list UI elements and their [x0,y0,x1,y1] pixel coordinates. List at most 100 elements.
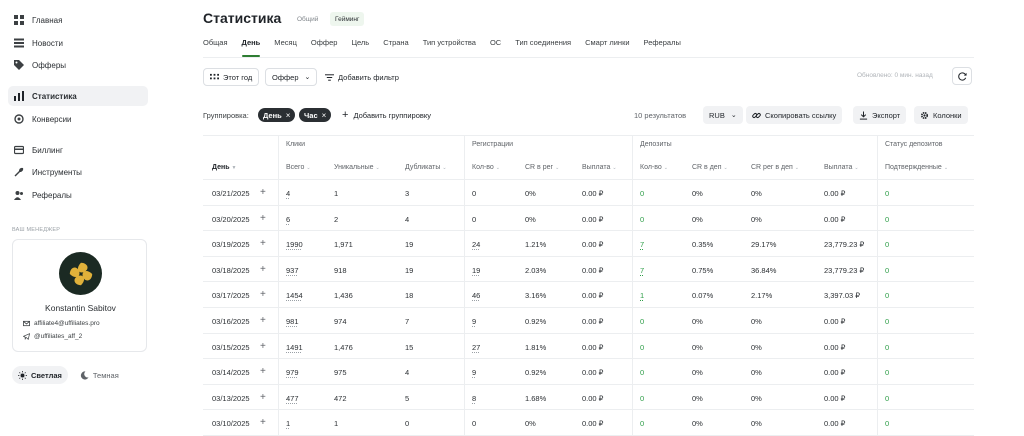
export-button[interactable]: Экспорт [853,106,907,124]
table-cell[interactable]: 9 [472,317,476,326]
manager-telegram[interactable]: @uffiliates_aff_2 [23,333,82,340]
expand-row-icon[interactable]: + [260,366,266,377]
grouping-chip-day[interactable]: День × [258,108,296,122]
title-tab-general[interactable]: Общий [292,12,323,26]
table-cell[interactable]: 9 [472,368,476,377]
table-cell[interactable]: 1454 [286,291,303,300]
column-header-dep-count[interactable]: Кол-во ⌄ [640,164,668,171]
page-title: Статистика [203,10,282,26]
table-cell[interactable]: 4 [286,189,290,198]
tab-referrals[interactable]: Рефералы [644,38,681,54]
column-header-cr-reg-dep[interactable]: CR рег в деп ⌄ [751,164,799,171]
expand-row-icon[interactable]: + [260,289,266,300]
add-filter-button[interactable]: Добавить фильтр [319,68,405,86]
expand-row-icon[interactable]: + [260,187,266,198]
sidebar-item-statistics[interactable]: Статистика [8,86,148,106]
wrench-icon [14,167,24,177]
close-icon[interactable]: × [286,111,291,120]
table-cell[interactable]: 6 [286,215,290,224]
currency-select[interactable]: RUB ⌄ [703,106,743,124]
expand-row-icon[interactable]: + [260,417,266,428]
sidebar-item-news[interactable]: Новости [8,33,148,53]
expand-row-icon[interactable]: + [260,392,266,403]
table-row[interactable]: 03/15/2025 +1491 1,476 15 27 1.81% 0.00 ₽ 0 0% 0%… [203,334,974,360]
table-cell[interactable]: 7 [640,240,644,249]
expand-row-icon[interactable]: + [260,238,266,249]
copy-link-button[interactable]: Скопировать ссылку [746,106,843,124]
add-filter-label: Добавить фильтр [338,72,399,82]
tab-month[interactable]: Месяц [274,38,297,54]
tab-smart-links[interactable]: Смарт линки [585,38,629,54]
sidebar-item-referrals[interactable]: Рефералы [8,185,148,205]
period-select[interactable]: Этот год [203,68,260,86]
grouping-chip-hour[interactable]: Час × [299,108,332,122]
table-row[interactable]: 03/13/2025 +477 472 5 8 1.68% 0.00 ₽ 0 0% 0% 0.00 … [203,385,974,411]
table-cell: 0 [640,317,645,326]
column-header-cr-dep[interactable]: CR в деп ⌄ [692,164,728,171]
column-header-cr-reg[interactable]: CR в рег ⌄ [525,164,559,171]
column-header-reg-count[interactable]: Кол-во ⌄ [472,164,500,171]
table-cell: 0 [640,214,645,224]
expand-row-icon[interactable]: + [260,341,266,352]
expand-row-icon[interactable]: + [260,315,266,326]
filter-icon [325,73,334,81]
table-cell[interactable]: 1990 [286,240,303,249]
table-row[interactable]: 03/16/2025 +981 974 7 9 0.92% 0.00 ₽ 0 0% 0% 0.00 … [203,308,974,334]
table-cell[interactable]: 27 [472,343,480,352]
sidebar-item-billing[interactable]: Биллинг [8,140,148,160]
refresh-button[interactable] [952,67,972,85]
table-cell[interactable]: 981 [286,317,299,326]
tab-offer[interactable]: Оффер [311,38,338,54]
column-header-duplicates[interactable]: Дубликаты ⌄ [405,164,447,171]
sidebar-item-home[interactable]: Главная [8,10,148,30]
theme-light-button[interactable]: Светлая [12,366,68,384]
table-cell[interactable]: 1491 [286,343,303,352]
table-cell[interactable]: 24 [472,240,480,249]
tab-country[interactable]: Страна [383,38,409,54]
table-cell[interactable]: 937 [286,266,299,275]
column-header-dep-payout[interactable]: Выплата ⌄ [824,164,859,171]
tab-os[interactable]: ОС [490,38,501,54]
table-cell[interactable]: 46 [472,291,480,300]
columns-button[interactable]: Колонки [914,106,968,124]
table-cell[interactable]: 7 [640,266,644,275]
manager-email[interactable]: affiliate4@uffiliates.pro [23,320,100,327]
table-row[interactable]: 03/19/2025 +1990 1,971 19 24 1.21% 0.00 ₽ 7 0.35… [203,231,974,257]
tab-general[interactable]: Общая [203,38,228,54]
column-header-confirmed[interactable]: Подтвержденные ⌄ [885,164,948,171]
offer-select[interactable]: Оффер ⌄ [265,68,318,86]
theme-dark-button[interactable]: Темная [74,366,125,384]
table-row[interactable]: 03/17/2025 +1454 1,436 18 46 3.16% 0.00 ₽ 1 0.07… [203,282,974,308]
table-row[interactable]: 03/21/2025 +4 1 3 0 0% 0.00 ₽ 0 0% 0% 0.00 ₽ 0 [203,180,974,206]
sidebar-item-conversions[interactable]: Конверсии [8,109,148,129]
table-row[interactable]: 03/10/2025 +1 1 0 0 0% 0.00 ₽ 0 0% 0% 0.00 ₽ 0 [203,410,974,436]
table-cell[interactable]: 979 [286,368,299,377]
table-cell[interactable]: 1 [286,419,290,428]
table-cell[interactable]: 1 [640,291,644,300]
period-label: Этот год [223,72,253,82]
expand-row-icon[interactable]: + [260,213,266,224]
theme-dark-label: Темная [92,370,119,380]
tab-device-type[interactable]: Тип устройства [423,38,476,54]
table-cell[interactable]: 8 [472,394,476,403]
column-header-clicks-total[interactable]: Всего ⌄ [286,164,311,171]
column-header-unique[interactable]: Уникальные ⌄ [334,164,380,171]
column-header-reg-payout[interactable]: Выплата ⌄ [582,164,617,171]
expand-row-icon[interactable]: + [260,264,266,275]
column-header-day[interactable]: День ▼ [212,164,236,171]
tab-goal[interactable]: Цель [351,38,369,54]
tab-connection-type[interactable]: Тип соединения [515,38,571,54]
table-cell[interactable]: 19 [472,266,480,275]
table-row[interactable]: 03/18/2025 +937 918 19 19 2.03% 0.00 ₽ 7 0.75% 36… [203,257,974,283]
table-row[interactable]: 03/20/2025 +6 2 4 0 0% 0.00 ₽ 0 0% 0% 0.00 ₽ 0 [203,206,974,232]
table-row[interactable]: 03/14/2025 +979 975 4 9 0.92% 0.00 ₽ 0 0% 0% 0.00 … [203,359,974,385]
close-icon[interactable]: × [322,111,327,120]
sort-icon: ⌄ [555,165,560,171]
table-cell: 0% [751,189,762,198]
title-tab-gaming[interactable]: Гейминг [330,12,365,26]
add-grouping-button[interactable]: + Добавить группировку [336,106,437,124]
table-cell[interactable]: 477 [286,394,299,403]
sidebar-item-offers[interactable]: Офферы [8,55,148,75]
sidebar-item-tools[interactable]: Инструменты [8,162,148,182]
tab-day[interactable]: День [241,38,260,57]
